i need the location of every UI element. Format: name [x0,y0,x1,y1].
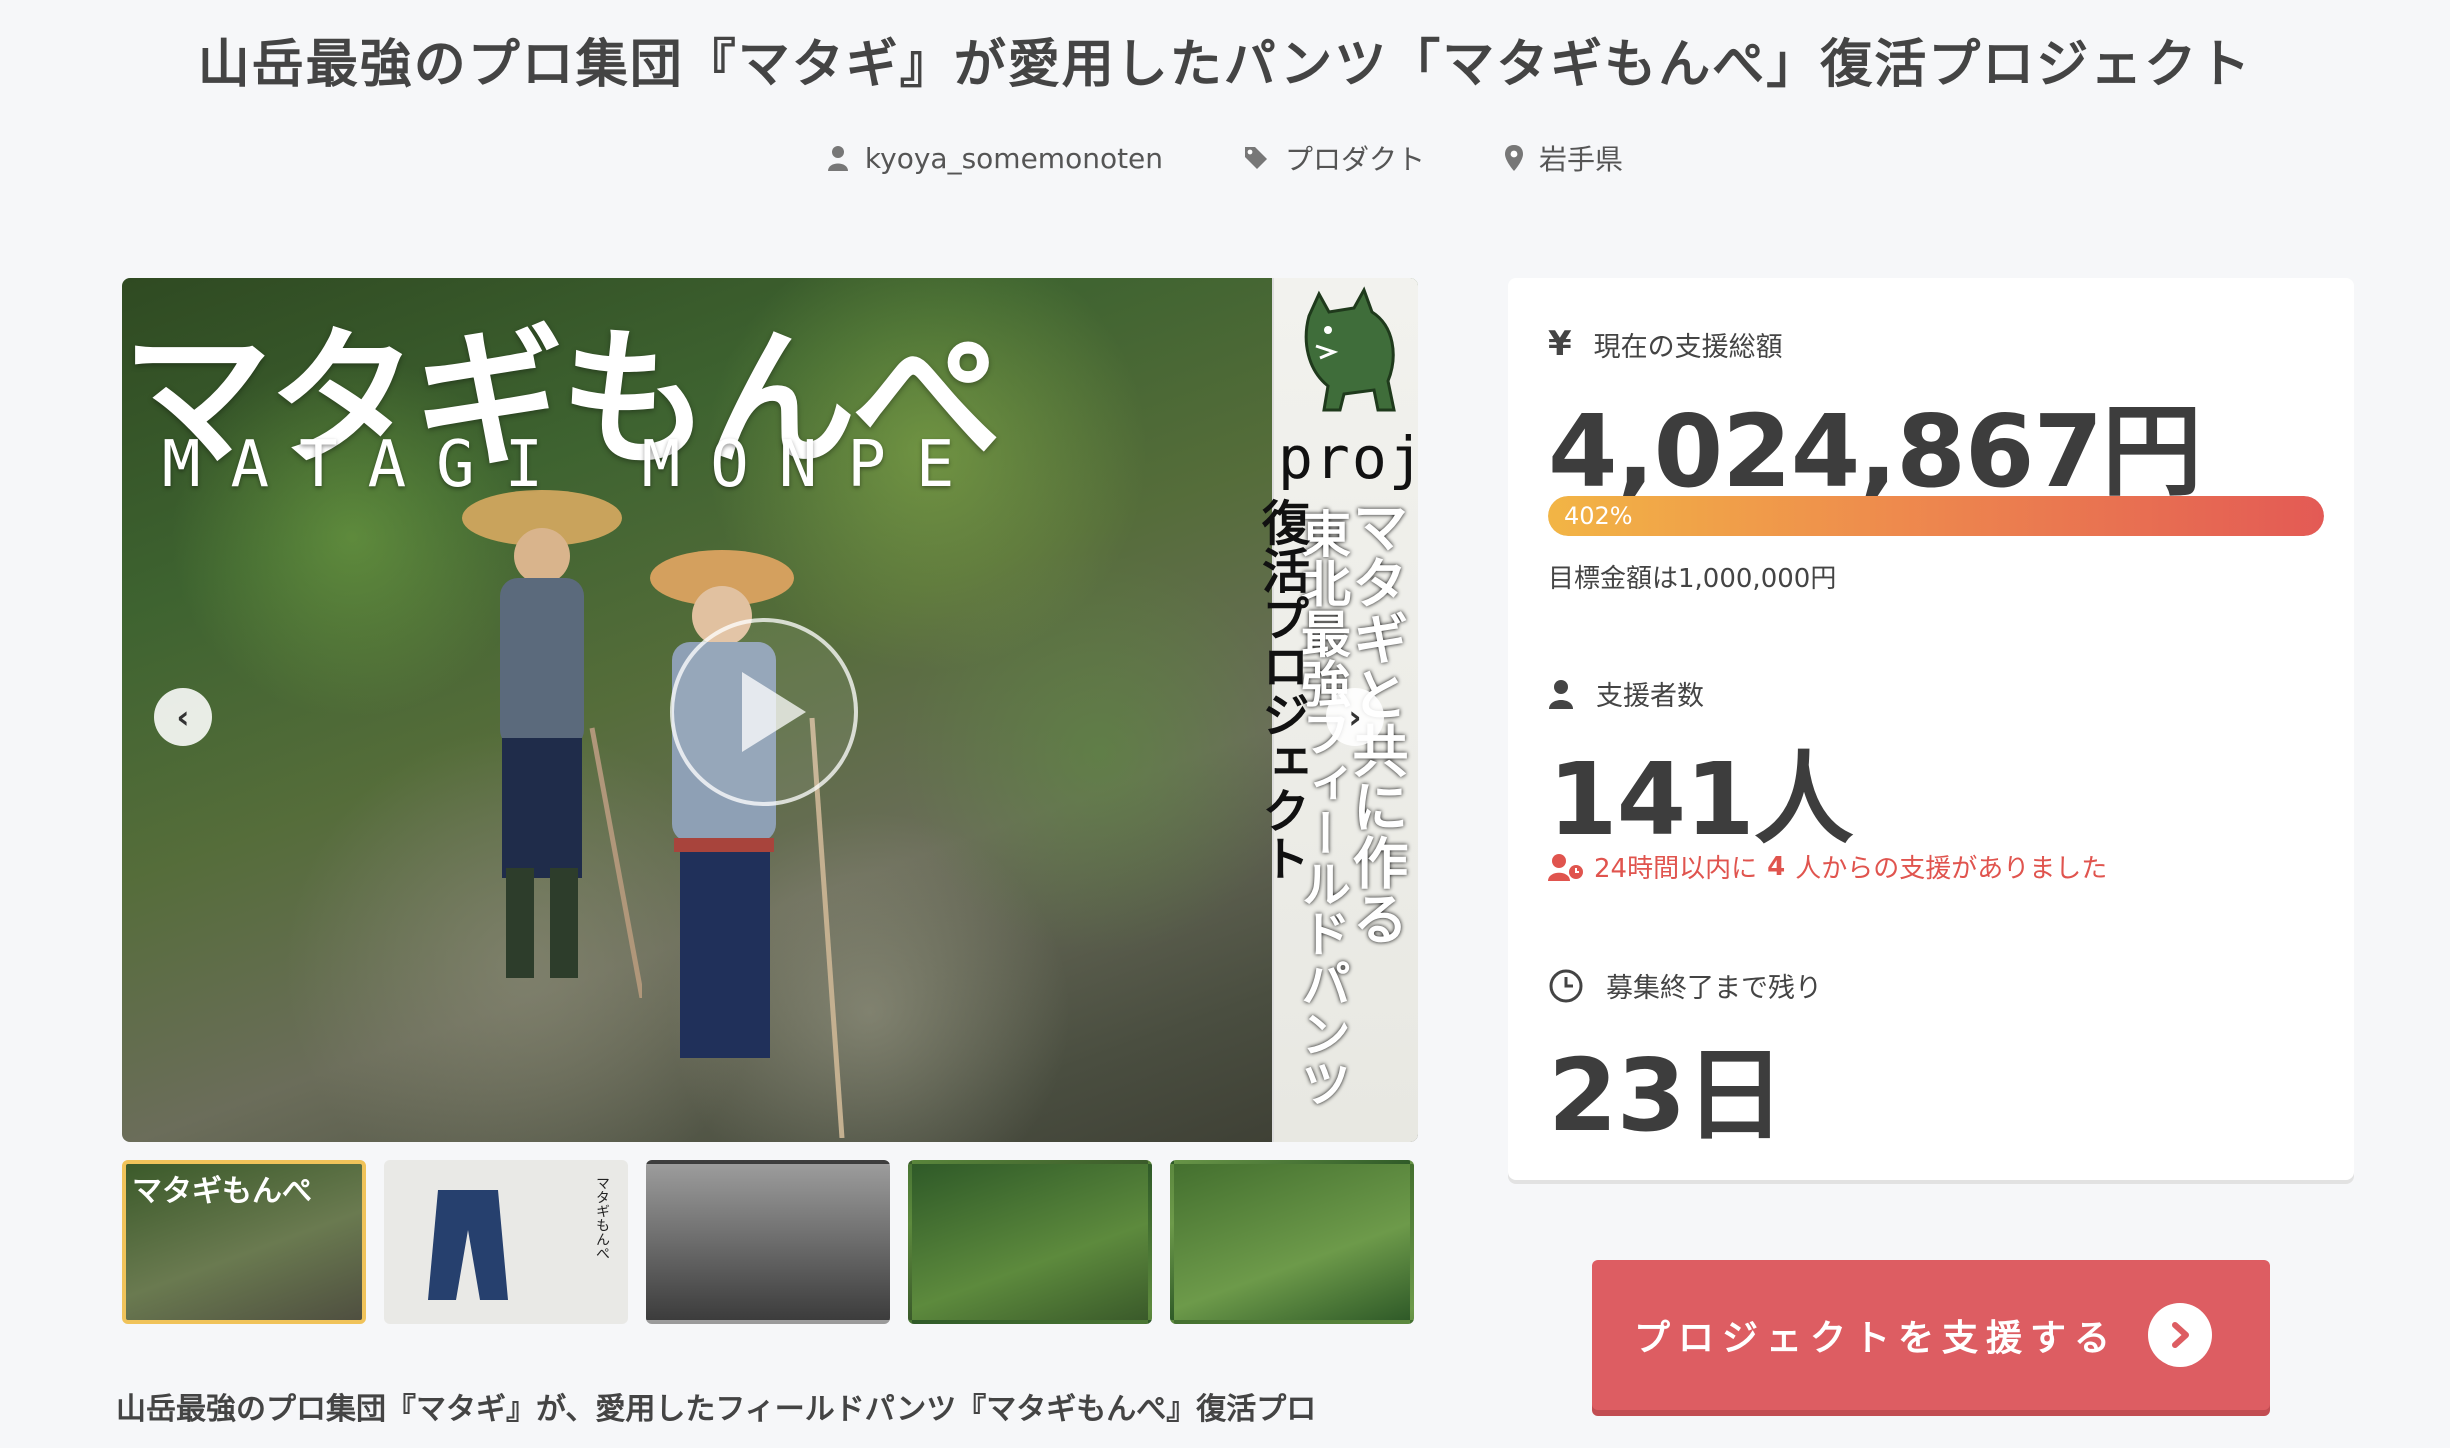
carousel-next-button[interactable]: › [1326,688,1384,746]
thumbnail-2-label: マタギもんぺ [594,1176,610,1260]
support-project-button[interactable]: プロジェクトを支援する [1592,1260,2270,1410]
remaining-label-row: 募集終了まで残り [1548,966,1822,1005]
author-name: kyoya_somemonoten [864,141,1164,175]
chevron-right-icon [2148,1303,2212,1367]
user-clock-icon [1548,853,1583,881]
location-name: 岩手県 [1539,143,1624,176]
amount-label: 現在の支援総額 [1593,331,1783,363]
meta-location[interactable]: 岩手県 [1505,138,1623,178]
recent-prefix: 24時間以内に [1594,854,1758,884]
hero-title-en: MATAGI MONPE [162,428,985,502]
hero-vertical-text-3: 復活プロジェクト [1253,498,1309,882]
hero-carousel[interactable]: マタギもんぺ MATAGI MONPE マタギと共に作る 東北最強フィールドパン… [122,278,1418,1142]
chevron-left-icon: ‹ [176,698,190,736]
support-button-label: プロジェクトを支援する [1634,1318,2119,1359]
category-name: プロダクト [1285,143,1426,176]
hero-project-label: project [1278,424,1418,492]
project-description: 山岳最強のプロ集団『マタギ』が、愛用したフィールドパンツ『マタギもんぺ』復活プロ [116,1392,1317,1427]
backers-label: 支援者数 [1596,681,1704,712]
clock-icon [1549,969,1583,1002]
pants-illustration [428,1190,508,1300]
thumbnail-strip: マタギもんぺ マタギもんぺ [122,1160,1414,1324]
amount-value: 4,024,867円 [1548,393,2202,510]
yen-icon: ¥ [1548,324,1572,364]
recent-suffix: 人からの支援がありました [1795,854,2108,884]
thumbnail-4[interactable] [908,1160,1152,1324]
tag-icon [1245,147,1268,169]
stats-panel: ¥ 現在の支援総額 4,024,867円 402% 目標金額は1,000,000… [1508,278,2354,1180]
recent-count: 4 [1767,851,1786,882]
meta-category[interactable]: プロダクト [1243,138,1425,178]
remaining-label: 募集終了まで残り [1606,973,1822,1004]
recent-support-notice: 24時間以内に 4 人からの支援がありました [1548,848,2107,885]
goal-amount: 目標金額は1,000,000円 [1548,564,1837,594]
remaining-value: 23日 [1548,1037,1785,1154]
play-video-button[interactable] [670,618,858,806]
user-icon [1549,679,1573,709]
backers-label-row: 支援者数 [1548,674,1704,713]
thumbnail-1-label: マタギもんぺ [132,1174,312,1209]
meta-author[interactable]: kyoya_somemonoten [827,138,1163,178]
map-pin-icon [1505,145,1524,171]
page-title: 山岳最強のプロ集団『マタギ』が愛用したパンツ「マタギもんぺ」復活プロジェクト [197,35,2253,95]
user-icon [827,146,848,171]
thumbnail-3[interactable] [646,1160,890,1324]
funding-progress-fill: 402% [1548,496,2324,536]
wolf-illustration [1304,286,1396,412]
thumbnail-5[interactable] [1170,1160,1414,1324]
amount-label-row: ¥ 現在の支援総額 [1548,324,1783,364]
backers-value: 141人 [1548,741,1854,858]
carousel-prev-button[interactable]: ‹ [154,688,212,746]
thumbnail-2[interactable]: マタギもんぺ [384,1160,628,1324]
thumbnail-1[interactable]: マタギもんぺ [122,1160,366,1324]
funding-progress-bar: 402% [1548,496,2324,536]
chevron-right-icon: › [1348,698,1362,736]
project-meta: kyoya_somemonoten プロダクト 岩手県 [0,138,2450,178]
